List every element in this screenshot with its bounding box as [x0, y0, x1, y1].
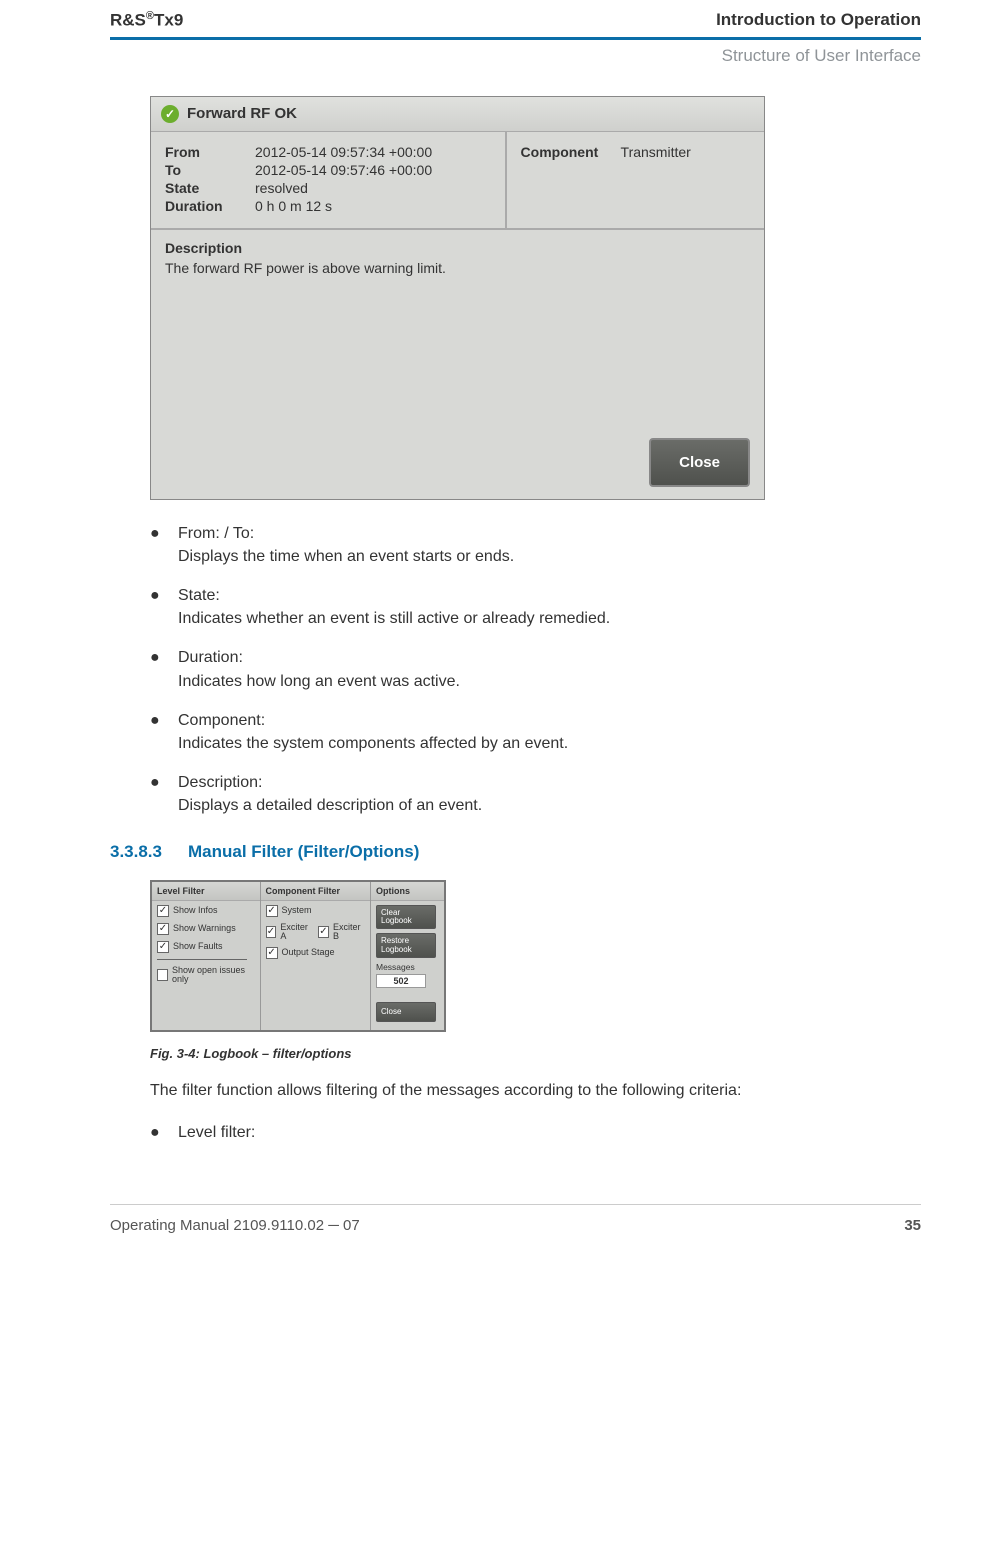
chapter-title: Introduction to Operation: [716, 10, 921, 30]
section-number: 3.3.8.3: [110, 842, 162, 862]
checkbox-label: System: [282, 906, 312, 915]
bullet-icon: ●: [150, 646, 178, 692]
level-filter-title: Level Filter: [152, 882, 260, 901]
bullet-body: Indicates the system components affected…: [178, 735, 568, 752]
level-filter-column: Level Filter Show Infos Show Warnings Sh…: [152, 882, 261, 1031]
section-path: Structure of User Interface: [110, 46, 921, 66]
close-button[interactable]: Close: [649, 438, 750, 487]
show-faults-checkbox[interactable]: Show Faults: [157, 941, 255, 953]
bullet-icon: ●: [150, 1121, 178, 1144]
restore-logbook-button[interactable]: Restore Logbook: [376, 933, 436, 958]
product-model: R&S®Tx9: [110, 10, 183, 31]
bullet-title: From: / To:: [178, 525, 254, 542]
list-item: ●From: / To: Displays the time when an ev…: [150, 522, 921, 568]
from-value: 2012-05-14 09:57:34 +00:00: [255, 144, 491, 160]
output-stage-checkbox[interactable]: Output Stage: [266, 947, 365, 959]
registered-mark: ®: [146, 10, 154, 22]
options-title: Options: [371, 882, 444, 901]
event-component-panel: ComponentTransmitter: [507, 132, 764, 228]
state-label: State: [165, 180, 255, 196]
messages-label: Messages: [376, 962, 439, 972]
from-label: From: [165, 144, 255, 160]
duration-label: Duration: [165, 198, 255, 214]
footer-left: Operating Manual 2109.9110.02 ─ 07: [110, 1217, 360, 1234]
header-rule: [110, 37, 921, 40]
list-item: ●Component: Indicates the system componen…: [150, 709, 921, 755]
checkbox-label: Output Stage: [282, 948, 335, 957]
bullet-icon: ●: [150, 709, 178, 755]
checkbox-label: Exciter B: [333, 923, 365, 941]
checkbox-checked-icon: [266, 926, 277, 938]
options-column: Options Clear Logbook Restore Logbook Me…: [371, 882, 444, 1031]
checkbox-label: Show Warnings: [173, 924, 236, 933]
checkbox-checked-icon: [157, 941, 169, 953]
figure-caption: Fig. 3-4: Logbook – filter/options: [150, 1046, 921, 1061]
paragraph: The filter function allows filtering of …: [150, 1079, 921, 1102]
to-value: 2012-05-14 09:57:46 +00:00: [255, 162, 491, 178]
page-footer: Operating Manual 2109.9110.02 ─ 07 35: [110, 1204, 921, 1234]
exciter-b-checkbox[interactable]: Exciter B: [318, 923, 365, 941]
bullet-icon: ●: [150, 522, 178, 568]
show-warnings-checkbox[interactable]: Show Warnings: [157, 923, 255, 935]
model-name: Tx9: [154, 11, 183, 30]
field-explanation-list: ●From: / To:Displays the time when an ev…: [150, 522, 921, 818]
show-open-issues-checkbox[interactable]: Show open issues only: [157, 966, 255, 984]
ok-status-icon: ✓: [161, 105, 179, 123]
exciter-a-checkbox[interactable]: Exciter A: [266, 923, 313, 941]
product-name: R&S: [110, 11, 146, 30]
bullet-body: Displays a detailed description of an ev…: [178, 797, 482, 814]
show-infos-checkbox[interactable]: Show Infos: [157, 905, 255, 917]
description-text: The forward RF power is above warning li…: [165, 260, 750, 276]
section-title: Manual Filter (Filter/Options): [188, 842, 419, 862]
separator: [157, 959, 247, 960]
filter-options-dialog: Level Filter Show Infos Show Warnings Sh…: [150, 880, 446, 1033]
checkbox-label: Show Infos: [173, 906, 218, 915]
list-item: ●Level filter:: [150, 1121, 921, 1144]
bullet-title: State:: [178, 587, 220, 604]
messages-count: 502: [376, 974, 426, 988]
bullet-body: Displays the time when an event starts o…: [178, 548, 514, 565]
checkbox-checked-icon: [266, 947, 278, 959]
checkbox-checked-icon: [157, 923, 169, 935]
checkbox-unchecked-icon: [157, 969, 168, 981]
clear-logbook-button[interactable]: Clear Logbook: [376, 905, 436, 930]
dialog-title-text: Forward RF OK: [187, 105, 297, 122]
component-filter-column: Component Filter System Exciter A Excite…: [261, 882, 371, 1031]
bullet-body: Indicates whether an event is still acti…: [178, 610, 610, 627]
page-header: R&S®Tx9 Introduction to Operation: [110, 0, 921, 37]
list-item: ●Description: Displays a detailed descrip…: [150, 771, 921, 817]
component-value: Transmitter: [621, 144, 750, 160]
component-filter-title: Component Filter: [261, 882, 370, 901]
state-value: resolved: [255, 180, 491, 196]
to-label: To: [165, 162, 255, 178]
bullet-body: Indicates how long an event was active.: [178, 673, 460, 690]
checkbox-label: Exciter A: [280, 923, 312, 941]
bullet-icon: ●: [150, 771, 178, 817]
dialog-title-bar: ✓ Forward RF OK: [151, 97, 764, 132]
event-detail-dialog: ✓ Forward RF OK From2012-05-14 09:57:34 …: [150, 96, 765, 500]
list-item: ●State: Indicates whether an event is sti…: [150, 584, 921, 630]
list-item: ●Duration: Indicates how long an event wa…: [150, 646, 921, 692]
page-number: 35: [904, 1217, 921, 1234]
checkbox-checked-icon: [157, 905, 169, 917]
event-time-panel: From2012-05-14 09:57:34 +00:00 To2012-05…: [151, 132, 507, 228]
checkbox-label: Show Faults: [173, 942, 223, 951]
subsection-heading: 3.3.8.3 Manual Filter (Filter/Options): [110, 842, 921, 862]
duration-value: 0 h 0 m 12 s: [255, 198, 491, 214]
bullet-title: Level filter:: [178, 1124, 255, 1141]
checkbox-label: Show open issues only: [172, 966, 255, 984]
description-heading: Description: [165, 240, 750, 256]
checkbox-checked-icon: [266, 905, 278, 917]
component-label: Component: [521, 144, 621, 160]
close-filter-button[interactable]: Close: [376, 1002, 436, 1022]
bullet-title: Description:: [178, 774, 262, 791]
checkbox-checked-icon: [318, 926, 329, 938]
bullet-title: Duration:: [178, 649, 243, 666]
bullet-title: Component:: [178, 712, 265, 729]
description-section: Description The forward RF power is abov…: [151, 228, 764, 276]
system-checkbox[interactable]: System: [266, 905, 365, 917]
bullet-icon: ●: [150, 584, 178, 630]
